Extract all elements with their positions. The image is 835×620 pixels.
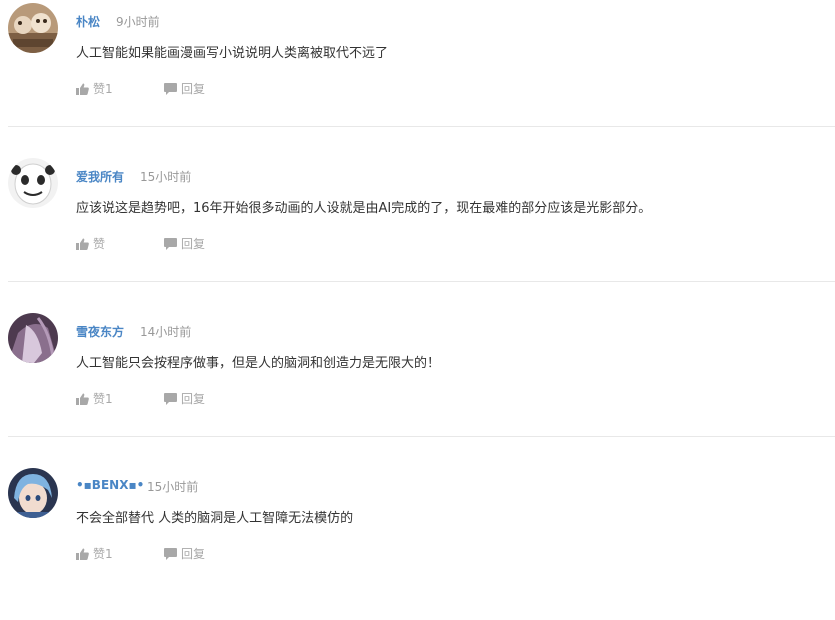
username[interactable]: 爱我所有	[76, 168, 124, 185]
like-label: 赞1	[93, 547, 113, 561]
like-label: 赞1	[93, 82, 113, 96]
reply-button[interactable]: 回复	[164, 390, 205, 407]
reply-label: 回复	[181, 547, 206, 561]
comment-text: 不会全部替代 人类的脑洞是人工智障无法模仿的	[76, 511, 354, 526]
reply-label: 回复	[181, 237, 206, 251]
comment-item: 朴松 9小时前 人工智能如果能画漫画写小说说明人类离被取代不远了 赞1 回复	[0, 0, 835, 155]
speech-bubble-icon	[164, 82, 177, 95]
reply-label: 回复	[181, 82, 206, 96]
avatar-image	[8, 3, 58, 53]
reply-button[interactable]: 回复	[164, 545, 205, 562]
comment-time: 14小时前	[140, 325, 192, 339]
like-button[interactable]: 赞1	[76, 545, 113, 562]
comment-text: 人工智能如果能画漫画写小说说明人类离被取代不远了	[76, 46, 389, 61]
reply-button[interactable]: 回复	[164, 235, 205, 252]
speech-bubble-icon	[164, 547, 177, 560]
username[interactable]: 雪夜东方	[76, 323, 124, 340]
thumbs-up-icon	[76, 238, 89, 250]
reply-label: 回复	[181, 392, 206, 406]
comment-text: 人工智能只会按程序做事，但是人的脑洞和创造力是无限大的！	[76, 356, 441, 371]
thumbs-up-icon	[76, 548, 89, 560]
divider	[8, 126, 835, 127]
like-button[interactable]: 赞1	[76, 390, 113, 407]
divider	[8, 281, 835, 282]
like-label: 赞	[93, 237, 106, 251]
avatar[interactable]	[8, 3, 58, 53]
avatar[interactable]	[8, 158, 58, 208]
divider	[8, 436, 835, 437]
comment-time: 15小时前	[140, 170, 192, 184]
avatar-image	[8, 468, 58, 518]
reply-button[interactable]: 回复	[164, 80, 205, 97]
username[interactable]: 朴松	[76, 13, 100, 30]
comment-item: 雪夜东方 14小时前 人工智能只会按程序做事，但是人的脑洞和创造力是无限大的！ …	[0, 310, 835, 465]
username[interactable]: •▪BENX▪•	[76, 478, 144, 492]
comment-time: 15小时前	[147, 480, 199, 494]
avatar[interactable]	[8, 313, 58, 363]
comment-item: •▪BENX▪• 15小时前 不会全部替代 人类的脑洞是人工智障无法模仿的 赞1…	[0, 465, 835, 620]
thumbs-up-icon	[76, 393, 89, 405]
avatar-image	[8, 158, 58, 208]
comment-item: 爱我所有 15小时前 应该说这是趋势吧，16年开始很多动画的人设就是由AI完成的…	[0, 155, 835, 310]
comment-text: 应该说这是趋势吧，16年开始很多动画的人设就是由AI完成的了，现在最难的部分应该…	[76, 201, 652, 216]
avatar-image	[8, 313, 58, 363]
like-label: 赞1	[93, 392, 113, 406]
speech-bubble-icon	[164, 392, 177, 405]
comment-time: 9小时前	[116, 15, 160, 29]
like-button[interactable]: 赞1	[76, 80, 113, 97]
speech-bubble-icon	[164, 237, 177, 250]
thumbs-up-icon	[76, 83, 89, 95]
like-button[interactable]: 赞	[76, 235, 105, 252]
avatar[interactable]	[8, 468, 58, 518]
